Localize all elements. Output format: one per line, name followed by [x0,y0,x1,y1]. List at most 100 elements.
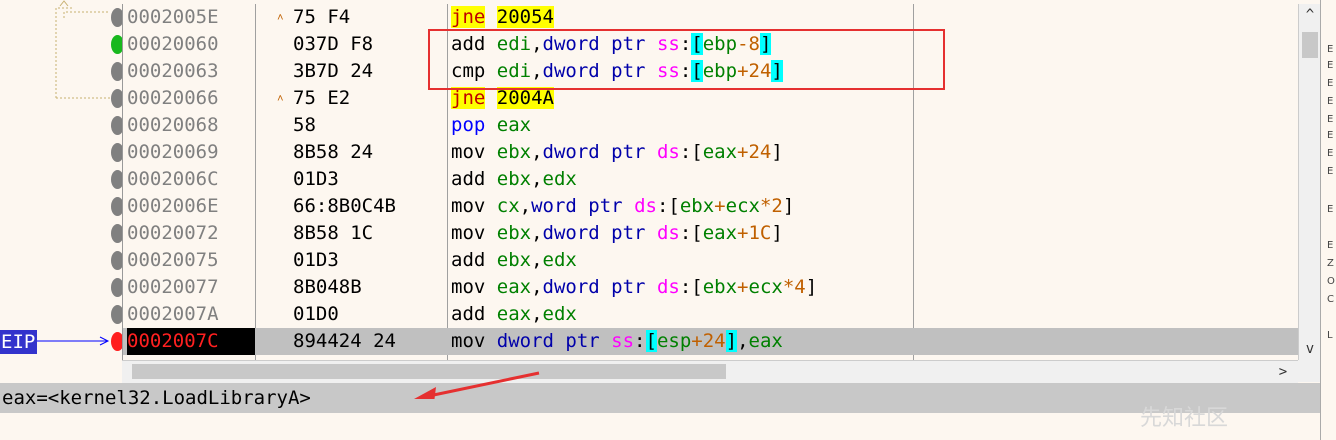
register-flag-label: E [1327,240,1334,251]
instruction-token: +24 [691,330,726,352]
instruction-token: ebx [496,168,532,190]
instruction-token: ecx [748,276,783,298]
instruction-token: ebx [496,222,532,244]
instruction-token: :[ [679,276,703,298]
instruction-cell: add ebx,edx [451,166,577,193]
register-flag-label: E [1327,148,1334,159]
eip-label: EIP [0,330,37,354]
instruction-cell: add ebx,edx [451,247,577,274]
instruction-token: , [519,195,532,217]
instruction-token: 2004A [496,87,554,109]
instruction-token: , [737,330,749,352]
register-flag-label: O [1327,276,1335,287]
disasm-row[interactable]: 00020072 8B58 1C mov ebx,dword ptr ds:[eax… [123,220,1299,247]
instruction-token: dword ptr [542,222,657,244]
instruction-token: edx [542,168,577,190]
instruction-token: ss [611,330,635,352]
instruction-token: ] [771,141,783,163]
instruction-cell: jne 20054 [451,4,554,31]
scroll-right-button[interactable]: > [1272,361,1294,383]
horizontal-scrollbar[interactable]: > [122,360,1298,383]
disasm-row[interactable]: 0002007C 894424 24 mov dword ptr ss:[esp+2… [123,328,1299,355]
address-cell: 0002006E [127,195,219,217]
instruction-token: + [737,276,749,298]
instruction-token: add [451,249,497,271]
bytes-cell: 66:8B0C4B [293,195,396,217]
address-cell: 0002007C [127,328,255,355]
instruction-token: , [531,276,543,298]
registers-panel: EEEEEEEEEEZOCL [1320,0,1336,440]
register-flag-label: E [1327,114,1334,125]
instruction-token: add [451,168,497,190]
instruction-cell: mov ebx,dword ptr ds:[eax+1C] [451,220,783,247]
disasm-row[interactable]: 00020069 8B58 24 mov ebx,dword ptr ds:[eax… [123,139,1299,166]
instruction-token: esp [656,330,692,352]
bytes-cell: 8B58 1C [293,222,374,244]
scroll-down-button[interactable]: v [1299,338,1321,360]
instruction-cell: add eax,edx [451,301,577,328]
address-cell: 00020069 [127,141,219,163]
instruction-token: mov [451,195,497,217]
register-flag-label: L [1327,330,1333,341]
instruction-token: ds [656,141,680,163]
bytes-cell: 894424 24 [293,330,396,352]
instruction-token: , [531,141,543,163]
instruction-token: 20054 [496,6,554,28]
instruction-token: *2 [759,195,783,217]
disasm-row[interactable]: 00020077 8B048B mov eax,dword ptr ds:[ebx+… [123,274,1299,301]
register-flag-label: E [1327,130,1334,141]
scroll-thumb[interactable] [1302,32,1318,58]
instruction-token: dword ptr [542,276,657,298]
register-flag-label: Z [1327,258,1334,269]
instruction-token: add [451,303,497,325]
vertical-scrollbar[interactable]: ^ v [1298,4,1321,360]
instruction-token: ebx [679,195,715,217]
instruction-token: :[ [656,195,680,217]
instruction-token: , [531,168,543,190]
address-cell: 00020077 [127,276,219,298]
bytes-cell: 01D0 [293,303,339,325]
instruction-token: edx [542,249,577,271]
bytes-cell: 75 F4 [293,6,351,28]
register-flag-label: C [1327,294,1334,305]
instruction-token: :[ [679,222,703,244]
instruction-token: dword ptr [542,141,657,163]
highlight-box [428,29,945,90]
disasm-row[interactable]: 0002007A 01D0 add eax,edx [123,301,1299,328]
disasm-row[interactable]: 0002005E ˄ 75 F4 jne 20054 [123,4,1299,31]
instruction-token: ds [634,195,657,217]
instruction-token: + [714,195,726,217]
instruction-token: jne [451,87,486,109]
bytes-cell: 8B58 24 [293,141,374,163]
jump-up-icon: ˄ [277,11,284,24]
disasm-row[interactable]: 00020075 01D3 add ebx,edx [123,247,1299,274]
instruction-token: ebx [496,141,532,163]
jump-lines [36,0,110,346]
register-flag-label: E [1327,60,1334,71]
instruction-cell: mov dword ptr ss:[esp+24],eax [451,328,783,355]
disasm-row[interactable]: 00020068 58 pop eax [123,112,1299,139]
watermark: 先知社区 [1140,406,1229,431]
disasm-row[interactable]: 0002006E 66:8B0C4B mov cx,word ptr ds:[ebx… [123,193,1299,220]
instruction-token: , [531,249,543,271]
instruction-token: ] [725,330,738,352]
instruction-token: ] [782,195,795,217]
instruction-token: cx [496,195,520,217]
instruction-token: *4 [782,276,806,298]
register-flag-label: E [1327,204,1334,215]
instruction-cell: pop eax [451,112,531,139]
instruction-token: ] [805,276,818,298]
instruction-token: eax [496,276,532,298]
disasm-row[interactable]: 0002006C 01D3 add ebx,edx [123,166,1299,193]
instruction-token: ecx [725,195,760,217]
scroll-up-button[interactable]: ^ [1299,4,1321,26]
instruction-token: ds [656,222,680,244]
register-flag-label: E [1327,44,1334,55]
address-cell: 00020066 [127,87,219,109]
info-text: eax=<kernel32.LoadLibraryA> [2,387,311,409]
address-cell: 0002007A [127,303,219,325]
instruction-token: ] [771,222,783,244]
jump-gutter [0,0,112,382]
instruction-token: ebx [702,276,738,298]
bytes-cell: 8B048B [293,276,362,298]
